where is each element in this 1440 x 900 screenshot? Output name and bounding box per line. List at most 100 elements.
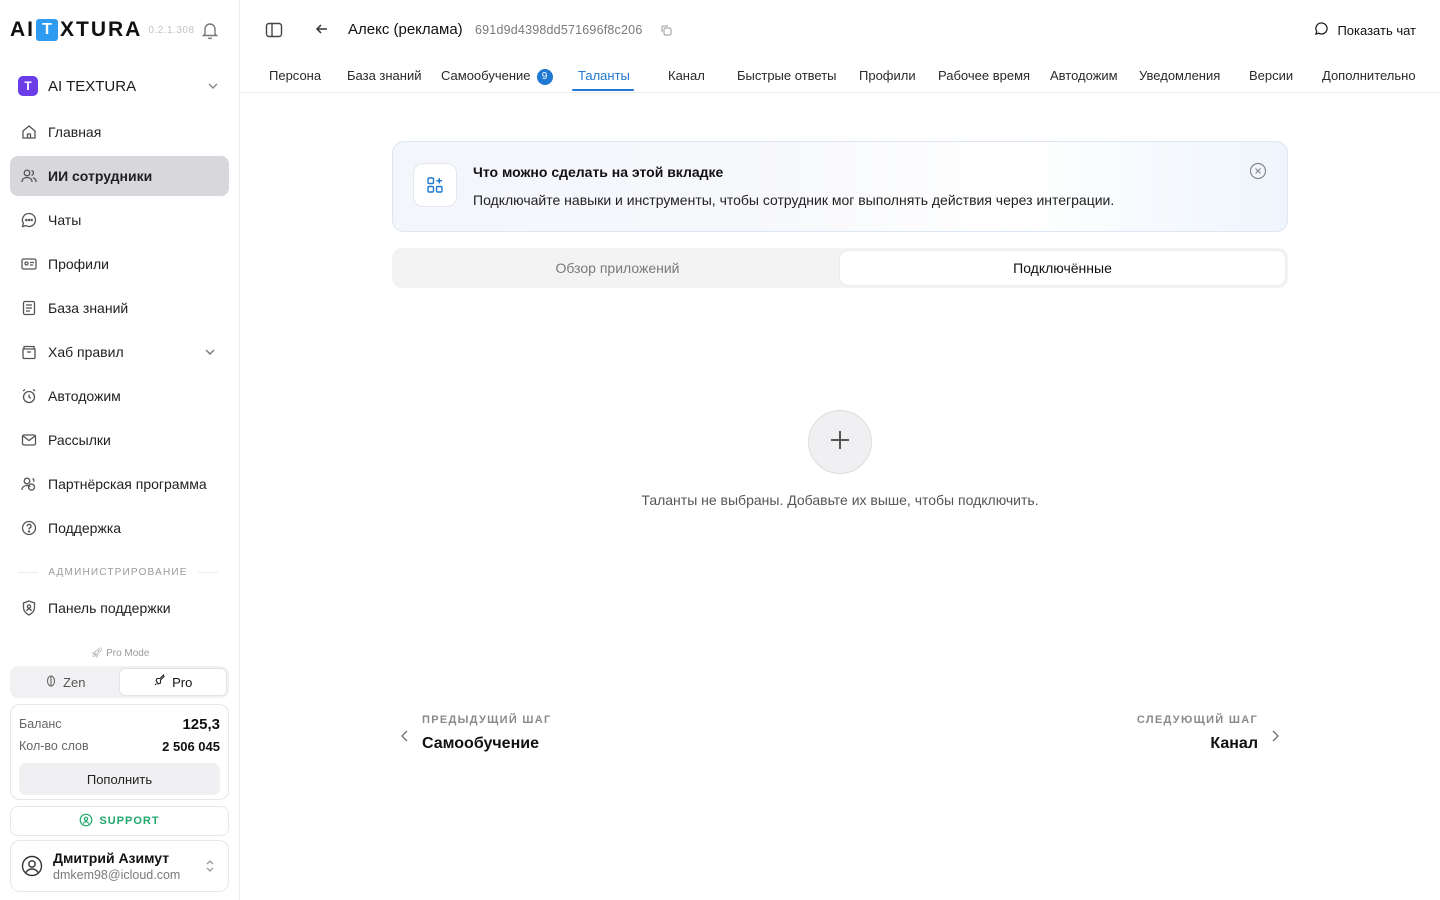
topup-button[interactable]: Пополнить [19, 763, 220, 795]
empty-state-text: Таланты не выбраны. Добавьте их выше, чт… [641, 492, 1039, 508]
info-title: Что можно сделать на этой вкладке [473, 164, 724, 180]
copy-icon[interactable] [660, 24, 673, 42]
document-icon [20, 299, 38, 317]
profile-card-icon [20, 255, 38, 273]
tab-notifications[interactable]: Уведомления [1139, 68, 1220, 83]
logo-t-box: T [36, 19, 58, 41]
back-arrow-icon[interactable] [314, 21, 330, 42]
sidebar-item-label: Главная [48, 124, 102, 140]
sidebar-item-chats[interactable]: Чаты [10, 200, 229, 240]
tab-working-hours[interactable]: Рабочее время [938, 68, 1030, 83]
chat-bubble-icon [1314, 21, 1329, 39]
tab-advanced[interactable]: Дополнительно [1322, 68, 1416, 83]
workspace-badge: T [18, 76, 38, 96]
workspace-name: AI TEXTURA [48, 77, 137, 95]
sidebar-item-rules-hub[interactable]: Хаб правил [10, 332, 229, 372]
chevron-down-icon[interactable] [203, 345, 217, 362]
divider-line [197, 571, 218, 573]
user-email: dmkem98@icloud.com [53, 868, 181, 882]
tab-label: Самообучение [441, 68, 531, 83]
sidebar-item-label: ИИ сотрудники [48, 168, 153, 184]
next-step-label: СЛЕДУЮЩИЙ ШАГ [1136, 714, 1258, 726]
user-name: Дмитрий Азимут [53, 850, 170, 866]
sidebar-item-support[interactable]: Поддержка [10, 508, 229, 548]
tab-quick-replies[interactable]: Быстрые ответы [737, 68, 837, 83]
tab-talents[interactable]: Таланты [578, 68, 630, 83]
home-icon [20, 123, 38, 141]
rocket-icon: 🚀︎ [90, 648, 104, 659]
prev-step-link[interactable]: ПРЕДЫДУЩИЙ ШАГ Самообучение [401, 714, 552, 753]
sidebar-item-support-panel[interactable]: Панель поддержки [10, 588, 229, 628]
sidebar-item-label: Чаты [48, 212, 82, 228]
balance-label: Баланс [19, 717, 62, 731]
admin-section-divider: АДМИНИСТРИРОВАНИЕ [18, 563, 218, 581]
words-label: Кол-во слов [19, 739, 89, 753]
sidebar-item-profiles[interactable]: Профили [10, 244, 229, 284]
mail-icon [20, 431, 38, 449]
sidebar-item-autofollowup[interactable]: Автодожим [10, 376, 229, 416]
chevron-right-icon [1270, 729, 1280, 748]
tab-autofollowup[interactable]: Автодожим [1050, 68, 1118, 83]
sidebar-item-knowledge-base[interactable]: База знаний [10, 288, 229, 328]
support-button[interactable]: SUPPORT [10, 806, 229, 836]
tab-bar: Персона База знаний Самообучение 9 Талант… [240, 60, 1440, 93]
chevron-left-icon [400, 729, 410, 748]
sidebar-item-label: Хаб правил [48, 344, 124, 360]
help-circle-icon [20, 519, 38, 537]
user-info: Дмитрий Азимут dmkem98@icloud.com [53, 850, 180, 882]
sidebar-toggle-icon[interactable] [264, 20, 284, 40]
apps-add-icon [413, 163, 457, 207]
sidebar-item-label: Рассылки [48, 432, 111, 448]
sidebar-item-label: Партнёрская программа [48, 476, 207, 492]
pro-mode-label: 🚀︎ Pro Mode [0, 648, 240, 659]
next-step-link[interactable]: СЛЕДУЮЩИЙ ШАГ Канал [1136, 714, 1279, 753]
sidebar-item-ai-employees[interactable]: ИИ сотрудники [10, 156, 229, 196]
prev-step-value: Самообучение [422, 735, 539, 752]
count-badge: 9 [536, 68, 553, 85]
tab-channel[interactable]: Канал [668, 68, 705, 83]
sidebar-item-label: Профили [48, 256, 109, 272]
segment-apps-overview[interactable]: Обзор приложений [395, 251, 840, 285]
rocket-icon [153, 673, 166, 690]
tab-persona[interactable]: Персона [269, 68, 321, 83]
tab-versions[interactable]: Версии [1249, 68, 1293, 83]
admin-section-label: АДМИНИСТРИРОВАНИЕ [48, 566, 188, 578]
tab-knowledge-base[interactable]: База знаний [347, 68, 422, 83]
segment-connected[interactable]: Подключённые [840, 251, 1285, 285]
app-logo[interactable]: AI T XTURA 0.2.1.308 [10, 18, 195, 42]
mode-zen-button[interactable]: Zen [12, 668, 119, 696]
words-row: Кол-во слов 2 506 045 [19, 735, 220, 757]
app-version: 0.2.1.308 [148, 24, 195, 36]
bell-icon[interactable] [200, 20, 220, 40]
active-tab-indicator [572, 89, 634, 91]
sidebar-item-mailings[interactable]: Рассылки [10, 420, 229, 460]
shield-user-icon [20, 599, 38, 617]
logo-prefix: AI [10, 18, 35, 41]
tab-profiles[interactable]: Профили [859, 68, 916, 83]
mode-pro-button[interactable]: Pro [118, 668, 227, 696]
prev-step-label: ПРЕДЫДУЩИЙ ШАГ [422, 714, 552, 726]
sidebar-item-label: Поддержка [48, 520, 122, 536]
sidebar-item-home[interactable]: Главная [10, 112, 229, 152]
show-chat-label: Показать чат [1337, 22, 1416, 38]
talents-segmented-control: Обзор приложений Подключённые [392, 248, 1288, 288]
workspace-switcher[interactable]: T AI TEXTURA [10, 66, 228, 106]
main-content: Алекс (реклама) 691d9d4398dd571696f8c206… [240, 0, 1440, 900]
close-icon[interactable] [1249, 162, 1267, 185]
show-chat-button[interactable]: Показать чат [1314, 21, 1416, 39]
balance-card: Баланс 125,3 Кол-во слов 2 506 045 Попол… [10, 704, 229, 800]
plus-icon [828, 428, 852, 457]
support-label: SUPPORT [99, 815, 160, 827]
divider-line [18, 571, 39, 573]
user-menu[interactable]: Дмитрий Азимут dmkem98@icloud.com [10, 840, 229, 892]
info-description: Подключайте навыки и инструменты, чтобы … [473, 192, 1115, 208]
agent-id: 691d9d4398dd571696f8c206 [475, 23, 643, 37]
sidebar-item-partner-program[interactable]: Партнёрская программа [10, 464, 229, 504]
add-talent-button[interactable] [808, 410, 872, 474]
balance-row: Баланс 125,3 [19, 713, 220, 735]
leaf-icon [45, 674, 57, 690]
tab-self-learning[interactable]: Самообучение 9 [441, 68, 553, 85]
words-value: 2 506 045 [162, 738, 220, 754]
logo-suffix: XTURA [60, 18, 143, 41]
agent-name: Алекс (реклама) [348, 21, 463, 38]
